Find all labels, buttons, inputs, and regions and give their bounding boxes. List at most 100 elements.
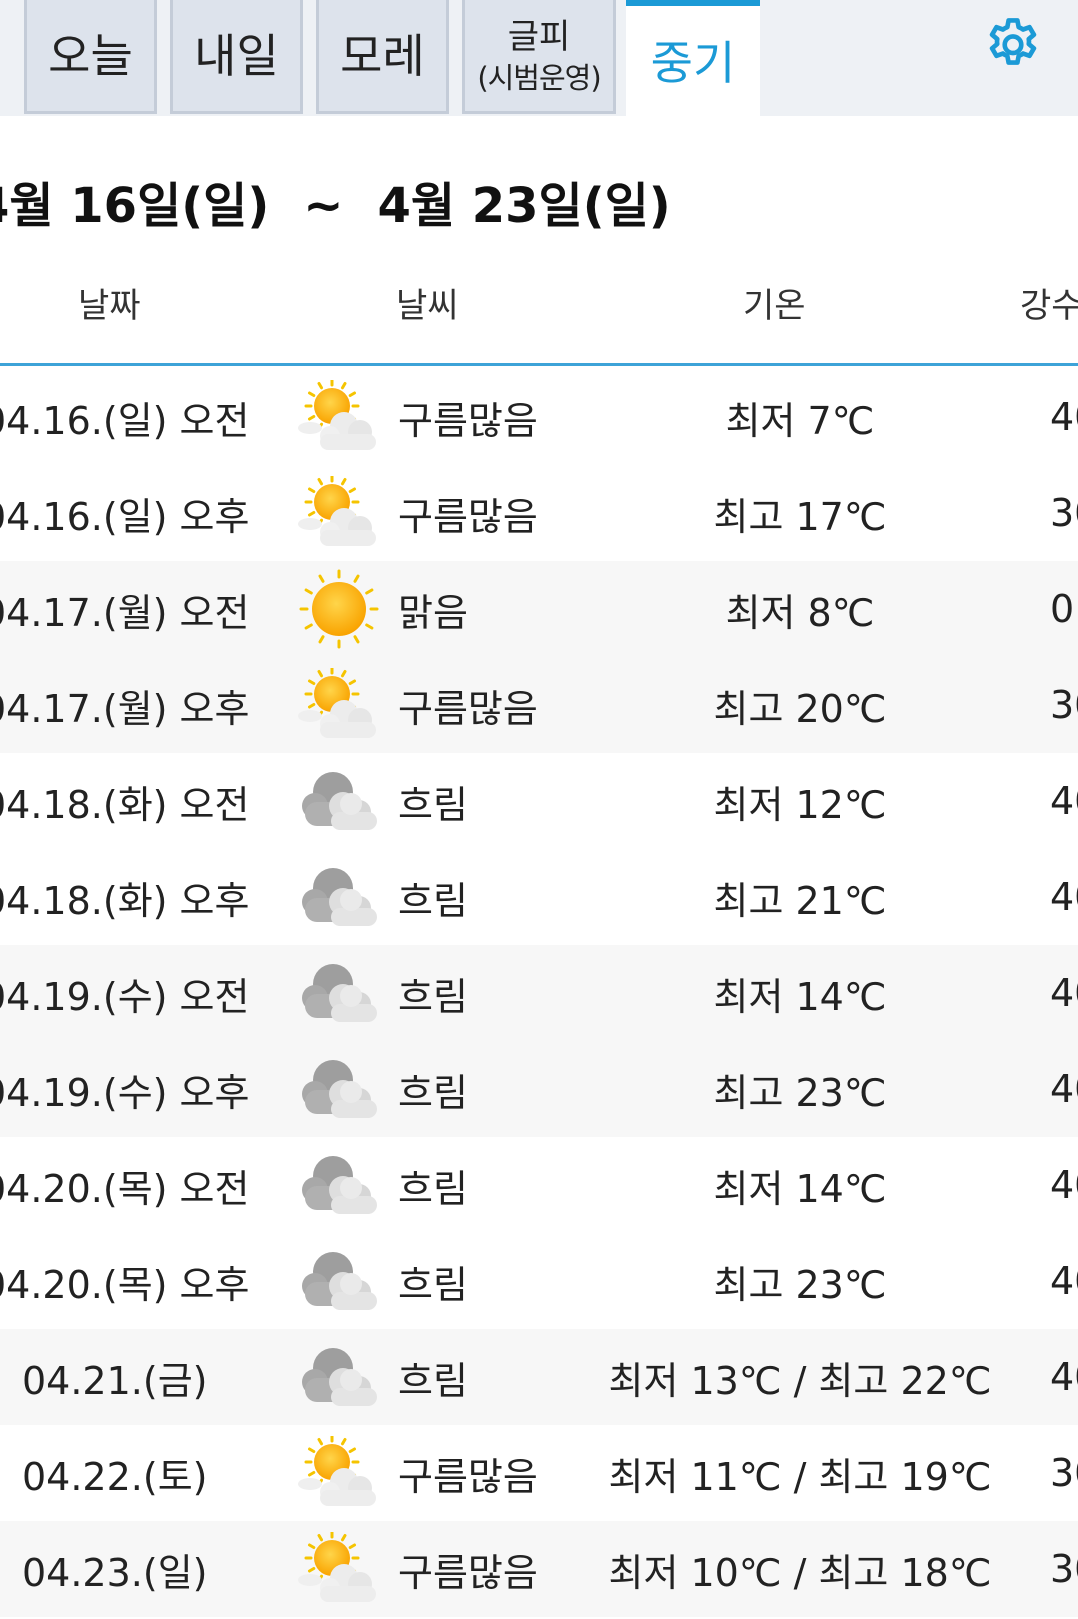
row-weather: 흐림 [398, 1358, 468, 1403]
row-precipitation: 40 [1050, 1067, 1078, 1111]
tab-label: 내일 [194, 28, 279, 83]
table-row: 04.21.(금) 흐림 최저 13℃ / 최고 22℃ 40 [0, 1329, 1078, 1425]
tab-label: 오늘 [48, 28, 133, 83]
table-row: 04.23.(일) 구름많음 최저 10℃ / 최고 18℃ 30 [0, 1521, 1078, 1617]
row-weather: 구름많음 [398, 398, 538, 443]
row-weather: 흐림 [398, 1166, 468, 1211]
row-precipitation: 30 [1050, 1451, 1078, 1495]
partly-cloudy-icon [294, 1425, 384, 1521]
row-weather: 구름많음 [398, 1550, 538, 1595]
forecast-table: 04.16.(일) 오전 구름많음 최저 7℃ 40 04.16.(일) 오후 … [0, 369, 1078, 1617]
row-date: 04.20.(목) 오후 [0, 1262, 250, 1307]
table-row: 04.22.(토) 구름많음 최저 11℃ / 최고 19℃ 30 [0, 1425, 1078, 1521]
table-row: 04.16.(일) 오전 구름많음 최저 7℃ 40 [0, 369, 1078, 465]
row-temperature: 최저 14℃ [713, 974, 887, 1019]
row-date: 04.16.(일) 오후 [0, 494, 250, 539]
row-date: 04.19.(수) 오후 [0, 1070, 250, 1115]
cloudy-icon [294, 945, 384, 1041]
row-date: 04.18.(화) 오전 [0, 782, 250, 827]
row-precipitation: 30 [1050, 491, 1078, 535]
cloudy-icon [294, 1329, 384, 1425]
header-date: 날짜 [78, 286, 141, 326]
tab-label: 글피 [507, 17, 571, 57]
row-precipitation: 40 [1050, 1259, 1078, 1303]
row-date: 04.20.(목) 오전 [0, 1166, 250, 1211]
row-weather: 흐림 [398, 782, 468, 827]
tab-tomorrow[interactable]: 내일 [170, 0, 303, 114]
period-start: 4월 16일(일) [0, 178, 270, 234]
row-date: 04.23.(일) [22, 1550, 208, 1595]
row-weather: 구름많음 [398, 686, 538, 731]
row-temperature: 최저 13℃ / 최고 22℃ [608, 1358, 992, 1403]
row-precipitation: 30 [1050, 1547, 1078, 1591]
row-precipitation: 40 [1050, 1355, 1078, 1399]
row-weather: 맑음 [398, 590, 468, 635]
table-row: 04.17.(월) 오후 구름많음 최고 20℃ 30 [0, 657, 1078, 753]
row-temperature: 최고 17℃ [713, 494, 887, 539]
header-temperature: 기온 [743, 286, 806, 326]
partly-cloudy-icon [294, 657, 384, 753]
sunny-icon [294, 561, 384, 657]
partly-cloudy-icon [294, 465, 384, 561]
row-weather: 흐림 [398, 878, 468, 923]
row-precipitation: 40 [1050, 779, 1078, 823]
tab-label: 모레 [340, 28, 425, 83]
table-row: 04.18.(화) 오후 흐림 최고 21℃ 40 [0, 849, 1078, 945]
table-row: 04.17.(월) 오전 맑음 최저 8℃ 0 [0, 561, 1078, 657]
cloudy-icon [294, 1041, 384, 1137]
period-separator: ~ [303, 178, 344, 234]
cloudy-icon [294, 1233, 384, 1329]
row-temperature: 최저 14℃ [713, 1166, 887, 1211]
row-temperature: 최저 11℃ / 최고 19℃ [608, 1454, 992, 1499]
tab-mid-term[interactable]: 중기 [626, 0, 760, 116]
row-date: 04.18.(화) 오후 [0, 878, 250, 923]
row-date: 04.17.(월) 오전 [0, 590, 250, 635]
tab-label: 중기 [650, 36, 736, 90]
partly-cloudy-icon [294, 369, 384, 465]
row-weather: 구름많음 [398, 1454, 538, 1499]
row-weather: 구름많음 [398, 494, 538, 539]
cloudy-icon [294, 849, 384, 945]
table-row: 04.20.(목) 오후 흐림 최고 23℃ 40 [0, 1233, 1078, 1329]
tab-three-days-later[interactable]: 글피 (시범운영) [462, 0, 616, 114]
row-precipitation: 40 [1050, 875, 1078, 919]
tab-day-after-tomorrow[interactable]: 모레 [316, 0, 449, 114]
row-date: 04.22.(토) [22, 1454, 208, 1499]
tab-today[interactable]: 오늘 [24, 0, 157, 114]
tab-sublabel: (시범운영) [477, 61, 601, 95]
header-weather: 날씨 [396, 286, 459, 326]
row-temperature: 최고 21℃ [713, 878, 887, 923]
row-temperature: 최저 7℃ [725, 398, 875, 443]
row-temperature: 최고 23℃ [713, 1262, 887, 1307]
table-row: 04.19.(수) 오전 흐림 최저 14℃ 40 [0, 945, 1078, 1041]
header-precipitation: 강수 [1020, 286, 1078, 326]
period-end: 4월 23일(일) [377, 178, 671, 234]
row-temperature: 최저 8℃ [725, 590, 875, 635]
cloudy-icon [294, 753, 384, 849]
cloudy-icon [294, 1137, 384, 1233]
row-temperature: 최고 23℃ [713, 1070, 887, 1115]
table-row: 04.16.(일) 오후 구름많음 최고 17℃ 30 [0, 465, 1078, 561]
row-precipitation: 40 [1050, 395, 1078, 439]
row-precipitation: 40 [1050, 971, 1078, 1015]
row-date: 04.21.(금) [22, 1358, 208, 1403]
table-row: 04.19.(수) 오후 흐림 최고 23℃ 40 [0, 1041, 1078, 1137]
row-temperature: 최저 10℃ / 최고 18℃ [608, 1550, 992, 1595]
row-temperature: 최고 20℃ [713, 686, 887, 731]
forecast-period: 4월 16일(일) ~4월 23일(일) [0, 166, 671, 236]
table-header: 날짜 날씨 기온 강수 [0, 260, 1078, 366]
gear-icon[interactable] [982, 14, 1044, 76]
row-weather: 흐림 [398, 1070, 468, 1115]
row-precipitation: 0 [1050, 587, 1075, 631]
row-precipitation: 30 [1050, 683, 1078, 727]
tab-bar: 오늘 내일 모레 글피 (시범운영) 중기 [0, 0, 1078, 116]
row-date: 04.17.(월) 오후 [0, 686, 250, 731]
row-precipitation: 40 [1050, 1163, 1078, 1207]
table-row: 04.20.(목) 오전 흐림 최저 14℃ 40 [0, 1137, 1078, 1233]
row-weather: 흐림 [398, 974, 468, 1019]
row-temperature: 최저 12℃ [713, 782, 887, 827]
row-date: 04.16.(일) 오전 [0, 398, 250, 443]
row-date: 04.19.(수) 오전 [0, 974, 250, 1019]
partly-cloudy-icon [294, 1521, 384, 1617]
table-row: 04.18.(화) 오전 흐림 최저 12℃ 40 [0, 753, 1078, 849]
